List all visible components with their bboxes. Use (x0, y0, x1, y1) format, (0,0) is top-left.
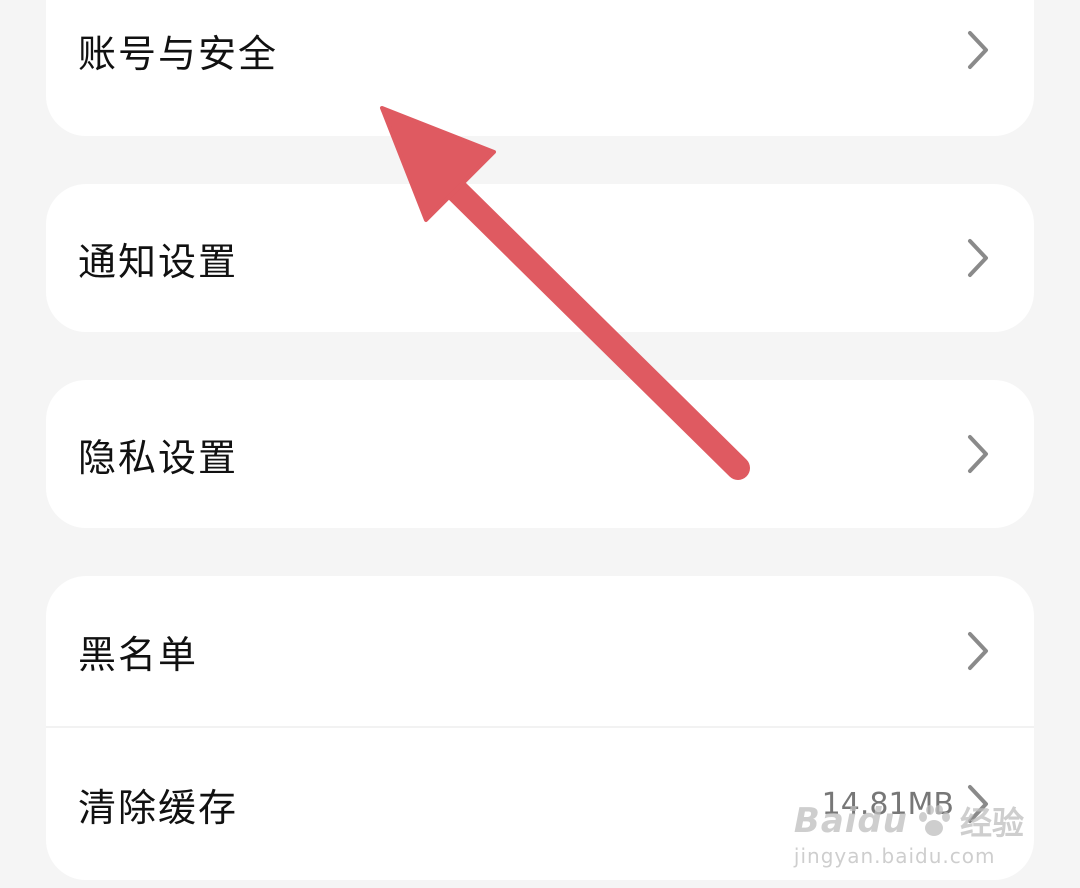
arrow-up-left-icon (380, 106, 750, 480)
watermark-suffix: 经验 (959, 804, 1024, 842)
watermark-url: jingyan.baidu.com (793, 844, 996, 868)
paw-icon (918, 805, 950, 836)
baidu-watermark: Baidu 经验 jingyan.baidu.com (794, 798, 1024, 868)
watermark-logo-text: Baidu (793, 801, 908, 841)
